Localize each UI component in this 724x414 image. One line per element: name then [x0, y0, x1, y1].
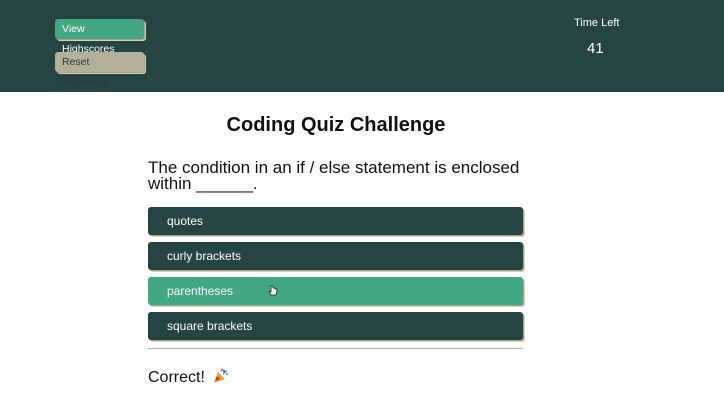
- header-bar: View Highscores Reset Highscore Time Lef…: [0, 0, 724, 92]
- reset-highscore-button[interactable]: Reset Highscore: [55, 52, 144, 88]
- page-title: Coding Quiz Challenge: [226, 114, 446, 136]
- answer-button-parentheses[interactable]: parentheses: [148, 277, 523, 305]
- answer-button-square-brackets[interactable]: square brackets: [148, 312, 523, 340]
- answer-button-curly-brackets[interactable]: curly brackets: [148, 242, 523, 270]
- question-text: The condition in an if / else statement …: [148, 158, 520, 193]
- time-left-label: Time Left: [574, 17, 620, 29]
- answer-button-quotes[interactable]: quotes: [148, 207, 523, 235]
- party-popper-icon: [214, 368, 228, 383]
- feedback-text: Correct!: [148, 369, 205, 386]
- time-left-value: 41: [587, 40, 604, 57]
- view-highscores-button[interactable]: View Highscores: [55, 19, 144, 55]
- divider: [148, 348, 523, 349]
- hand-cursor-icon: [268, 285, 278, 296]
